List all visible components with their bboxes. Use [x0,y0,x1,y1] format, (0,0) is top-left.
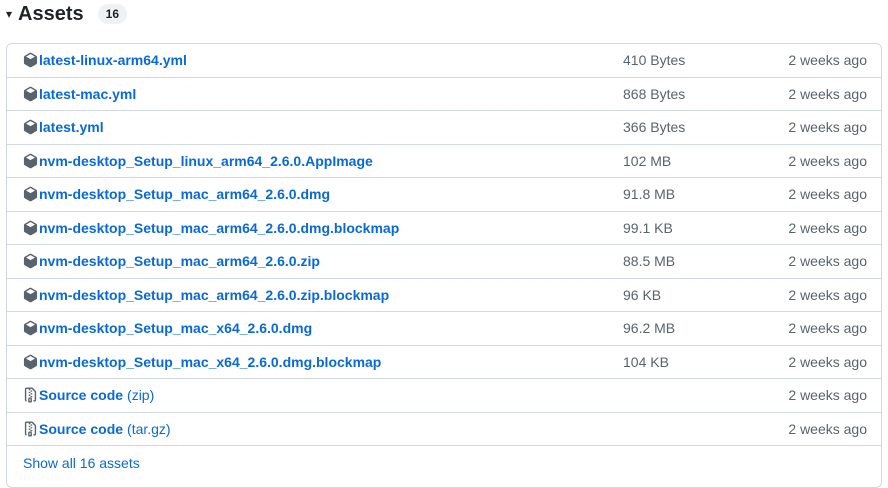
package-icon [23,186,38,202]
asset-size: 102 MB [623,152,672,169]
asset-download-link[interactable]: nvm-desktop_Setup_mac_arm64_2.6.0.zip.bl… [39,287,389,303]
asset-date: 2 weeks ago [788,253,867,270]
asset-date: 2 weeks ago [788,420,867,437]
package-icon [23,220,38,236]
asset-row: nvm-desktop_Setup_mac_x64_2.6.0.dmg.bloc… [7,346,881,379]
package-icon [23,253,38,269]
assets-list: latest-linux-arm64.yml 410 Bytes 2 weeks a… [6,43,882,488]
asset-download-link[interactable]: nvm-desktop_Setup_mac_x64_2.6.0.dmg.bloc… [39,354,381,370]
asset-row: Source code (tar.gz) 2 weeks ago [7,413,881,446]
package-icon [23,153,38,169]
caret-down-icon[interactable]: ▾ [6,8,12,20]
asset-name-cell: nvm-desktop_Setup_mac_arm64_2.6.0.dmg.bl… [23,220,399,236]
asset-date: 2 weeks ago [788,186,867,203]
asset-size: 410 Bytes [623,52,686,69]
asset-row: latest.yml 366 Bytes 2 weeks ago [7,111,881,145]
asset-date: 2 weeks ago [788,387,867,404]
file-zip-icon [23,421,38,437]
asset-date: 2 weeks ago [788,353,867,370]
asset-date: 2 weeks ago [788,52,867,69]
show-all-assets-link[interactable]: Show all 16 assets [23,455,140,471]
asset-name-cell: latest-linux-arm64.yml [23,52,187,68]
asset-download-link[interactable]: latest.yml [39,119,104,135]
package-icon [23,86,38,102]
asset-row: nvm-desktop_Setup_mac_x64_2.6.0.dmg 96.2 … [7,312,881,346]
asset-format-suffix[interactable]: (tar.gz) [127,421,171,437]
asset-size: 868 Bytes [623,85,686,102]
package-icon [23,354,38,370]
assets-header[interactable]: ▾ Assets 16 [6,0,127,28]
asset-name-cell: nvm-desktop_Setup_linux_arm64_2.6.0.AppI… [23,153,373,169]
asset-download-link[interactable]: Source code [39,387,123,403]
asset-name-cell: latest-mac.yml [23,86,136,102]
asset-name-cell: latest.yml [23,119,104,135]
package-icon [23,119,38,135]
asset-row: nvm-desktop_Setup_linux_arm64_2.6.0.AppI… [7,145,881,178]
asset-row: Source code (zip) 2 weeks ago [7,379,881,413]
asset-name-cell: nvm-desktop_Setup_mac_arm64_2.6.0.dmg [23,186,330,202]
asset-size: 91.8 MB [623,186,676,203]
asset-size: 96 KB [623,286,662,303]
asset-size: 96.2 MB [623,320,676,337]
asset-name-cell: Source code (zip) [23,387,154,403]
asset-name-cell: nvm-desktop_Setup_mac_arm64_2.6.0.zip.bl… [23,287,389,303]
asset-date: 2 weeks ago [788,320,867,337]
package-icon [23,287,38,303]
asset-download-link[interactable]: Source code [39,421,123,437]
asset-date: 2 weeks ago [788,219,867,236]
asset-date: 2 weeks ago [788,286,867,303]
asset-date: 2 weeks ago [788,152,867,169]
asset-name-cell: nvm-desktop_Setup_mac_x64_2.6.0.dmg [23,320,312,336]
asset-row: nvm-desktop_Setup_mac_arm64_2.6.0.zip 88.… [7,245,881,279]
asset-date: 2 weeks ago [788,119,867,136]
asset-row: latest-mac.yml 868 Bytes 2 weeks ago [7,78,881,111]
asset-row: nvm-desktop_Setup_mac_arm64_2.6.0.zip.bl… [7,279,881,312]
asset-row: latest-linux-arm64.yml 410 Bytes 2 weeks a… [7,44,881,78]
assets-title[interactable]: Assets [18,3,84,26]
asset-size: 104 KB [623,353,669,370]
asset-download-link[interactable]: nvm-desktop_Setup_mac_arm64_2.6.0.zip [39,253,320,269]
asset-format-suffix[interactable]: (zip) [127,387,154,403]
assets-count-badge: 16 [97,4,127,24]
asset-size: 88.5 MB [623,253,676,270]
asset-download-link[interactable]: latest-mac.yml [39,86,136,102]
asset-size: 366 Bytes [623,119,686,136]
asset-download-link[interactable]: latest-linux-arm64.yml [39,52,187,68]
asset-row: nvm-desktop_Setup_mac_arm64_2.6.0.dmg 91.… [7,178,881,212]
package-icon [23,320,38,336]
asset-download-link[interactable]: nvm-desktop_Setup_mac_x64_2.6.0.dmg [39,320,312,336]
asset-download-link[interactable]: nvm-desktop_Setup_mac_arm64_2.6.0.dmg [39,186,330,202]
asset-download-link[interactable]: nvm-desktop_Setup_linux_arm64_2.6.0.AppI… [39,153,373,169]
package-icon [23,52,38,68]
asset-name-cell: nvm-desktop_Setup_mac_arm64_2.6.0.zip [23,253,320,269]
file-zip-icon [23,387,38,403]
asset-download-link[interactable]: nvm-desktop_Setup_mac_arm64_2.6.0.dmg.bl… [39,220,399,236]
asset-size: 99.1 KB [623,219,673,236]
asset-date: 2 weeks ago [788,85,867,102]
asset-name-cell: nvm-desktop_Setup_mac_x64_2.6.0.dmg.bloc… [23,354,381,370]
asset-name-cell: Source code (tar.gz) [23,421,171,437]
asset-row: nvm-desktop_Setup_mac_arm64_2.6.0.dmg.bl… [7,212,881,245]
